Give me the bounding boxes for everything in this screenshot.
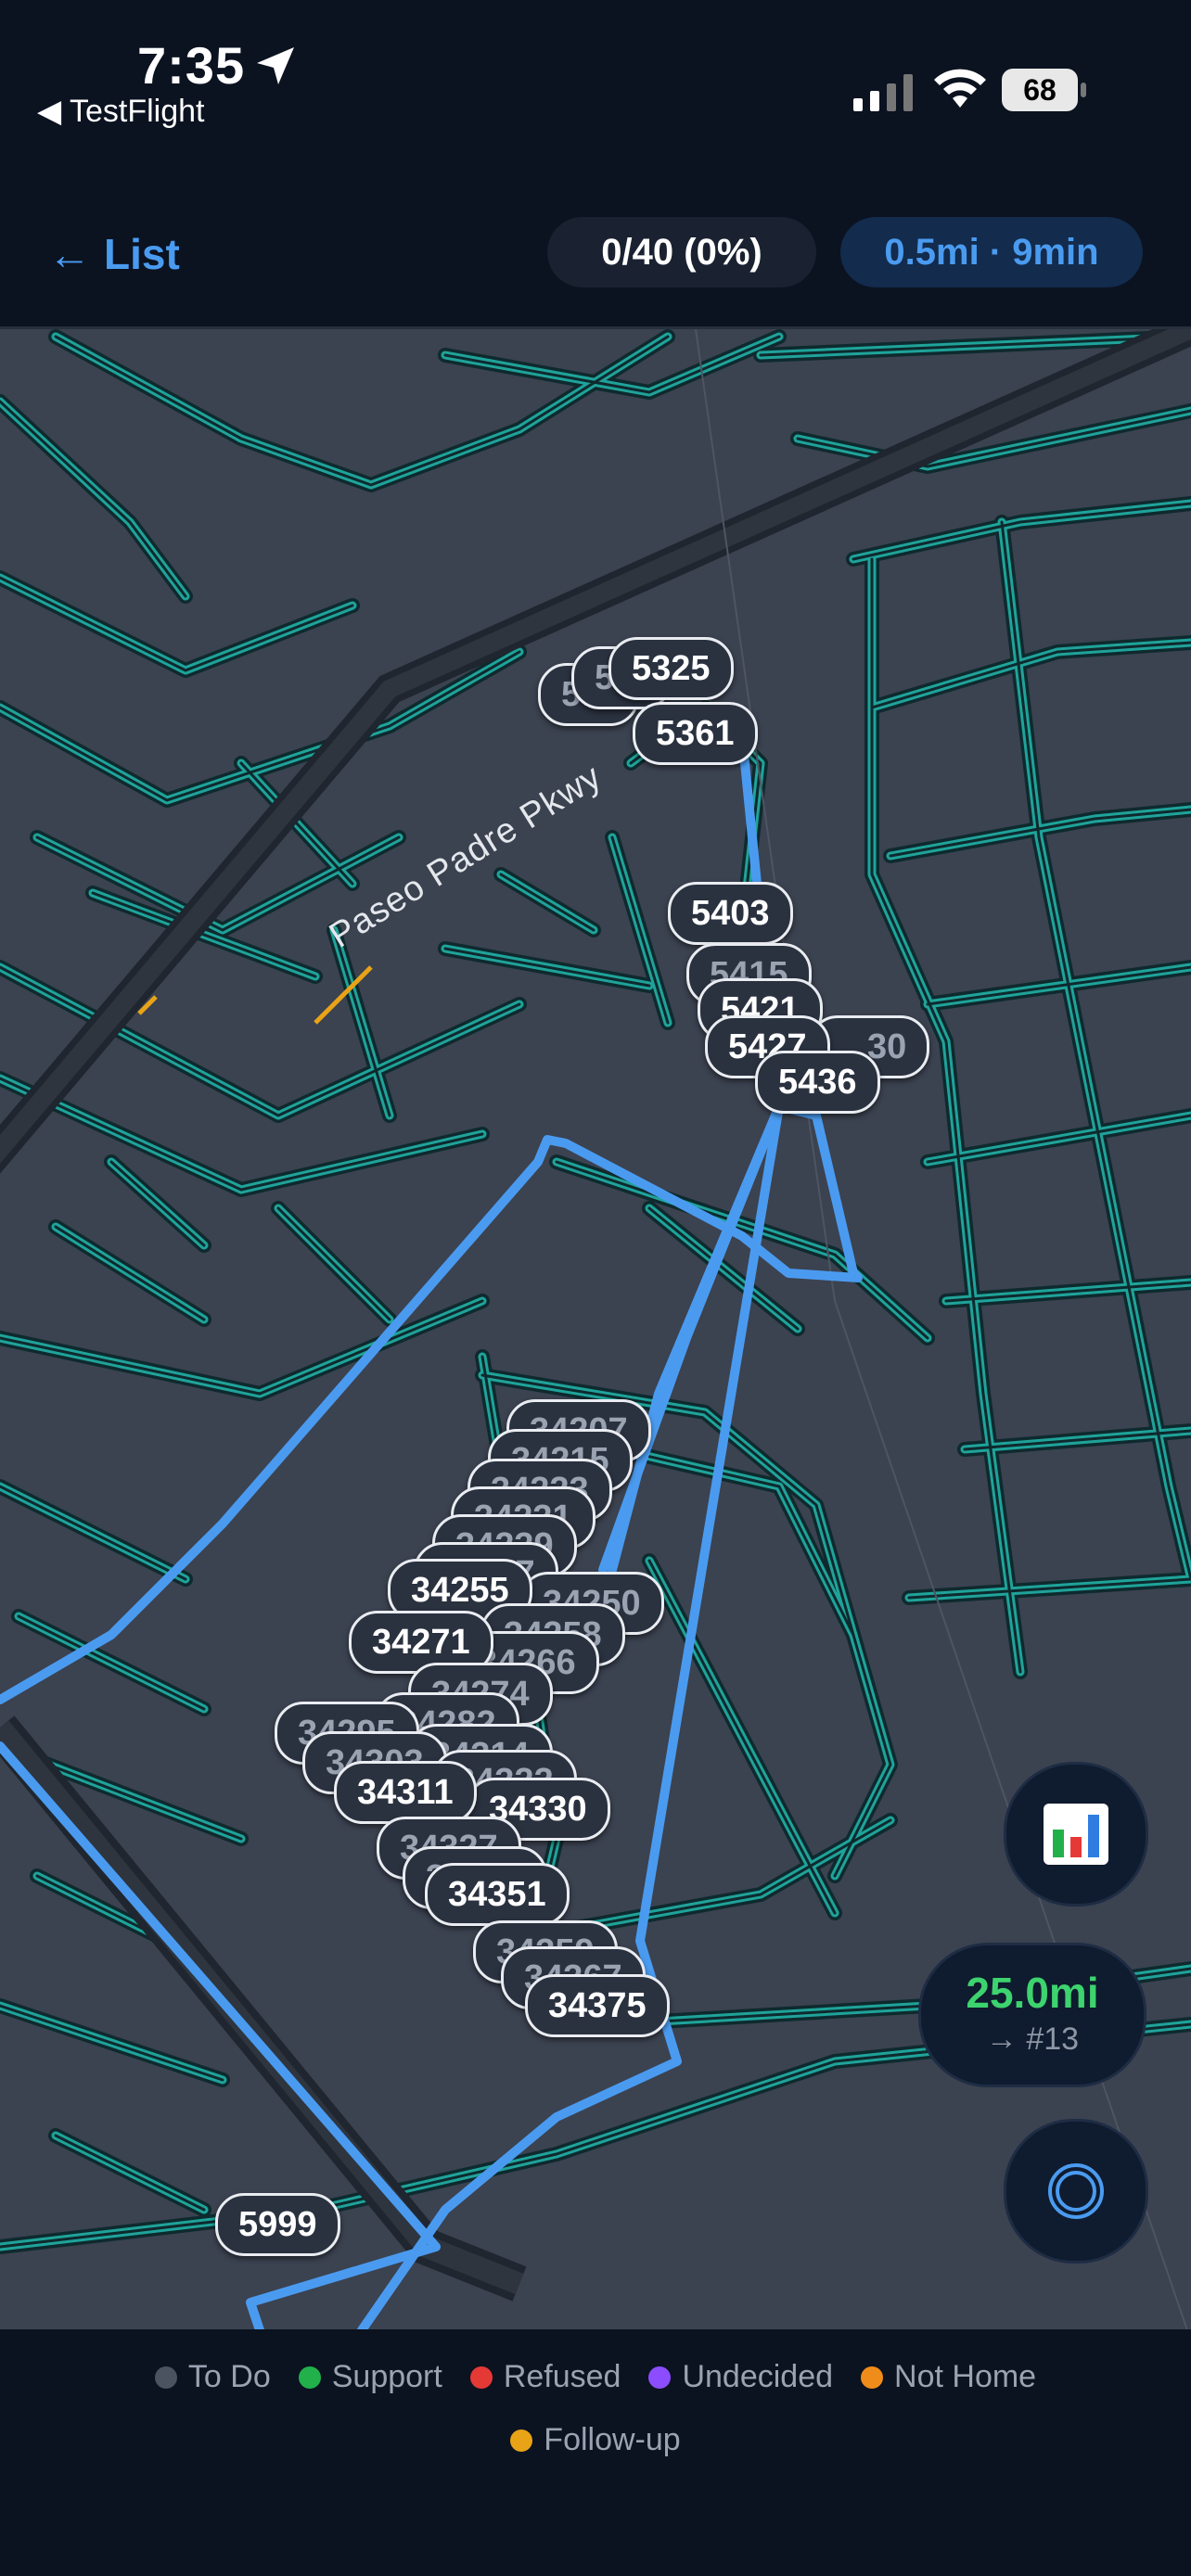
address-marker[interactable]: 34375 xyxy=(525,1974,670,2037)
legend-item-support: Support xyxy=(298,2359,442,2395)
bar-chart-icon-bar xyxy=(1053,1830,1064,1857)
address-marker[interactable]: 34311 xyxy=(334,1761,477,1824)
legend-label: Undecided xyxy=(682,2359,834,2394)
route-summary-badge[interactable]: 0.5mi · 9min xyxy=(840,217,1143,287)
battery-level: 68 xyxy=(1002,69,1078,111)
next-stop-distance-button[interactable]: 25.0mi → #13 xyxy=(918,1943,1146,2087)
cellular-signal-icon xyxy=(853,74,913,111)
arrow-left-icon: ← xyxy=(48,230,91,278)
wifi-icon xyxy=(934,69,986,108)
legend-label: Refused xyxy=(503,2359,621,2394)
legend-dot xyxy=(154,2366,177,2389)
address-marker[interactable]: 5361 xyxy=(633,702,758,765)
stats-button[interactable] xyxy=(1004,1762,1148,1906)
status-time: 7:35 xyxy=(137,36,246,95)
legend-item-undecided: Undecided xyxy=(648,2359,833,2395)
address-marker[interactable]: 5325 xyxy=(608,637,734,700)
back-to-list-label: List xyxy=(104,230,180,278)
legend-label: To Do xyxy=(187,2359,271,2394)
legend-dot xyxy=(469,2366,493,2389)
legend-dot xyxy=(648,2366,672,2389)
recenter-location-button[interactable] xyxy=(1004,2119,1148,2264)
address-marker[interactable]: 34351 xyxy=(425,1863,570,1926)
legend-dot xyxy=(510,2429,533,2452)
bar-chart-icon-bar xyxy=(1088,1815,1099,1857)
bar-chart-icon-bar xyxy=(1070,1837,1082,1857)
next-stop-number: → #13 xyxy=(985,2021,1080,2057)
address-marker[interactable]: 5403 xyxy=(668,882,793,945)
legend-label: Follow-up xyxy=(544,2422,681,2457)
location-arrow-icon xyxy=(257,47,294,84)
legend-item-follow-up: Follow-up xyxy=(510,2422,681,2458)
address-marker[interactable]: 5436 xyxy=(755,1051,880,1114)
status-bar: 7:35 ◀ TestFlight 68 xyxy=(0,0,1191,139)
progress-badge: 0/40 (0%) xyxy=(547,217,816,287)
legend-dot xyxy=(861,2366,884,2389)
legend-item-not-home: Not Home xyxy=(861,2359,1036,2395)
legend-label: Not Home xyxy=(894,2359,1037,2394)
bar-chart-icon xyxy=(1044,1804,1108,1865)
address-marker[interactable]: 5999 xyxy=(215,2193,340,2256)
location-target-icon xyxy=(1048,2163,1104,2219)
back-to-testflight[interactable]: ◀ TestFlight xyxy=(37,93,204,130)
battery-icon: 68 xyxy=(1002,69,1086,111)
legend-item-refused: Refused xyxy=(469,2359,621,2395)
legend-dot xyxy=(298,2366,321,2389)
battery-tip xyxy=(1081,83,1086,97)
back-to-list-button[interactable]: ← List xyxy=(48,224,180,284)
legend-item-todo: To Do xyxy=(154,2359,271,2395)
route-header: ← List 0/40 (0%) 0.5mi · 9min xyxy=(0,185,1191,325)
status-legend: To Do Support Refused Undecided Not Home… xyxy=(0,2329,1191,2576)
legend-row-2: Follow-up xyxy=(0,2422,1191,2458)
distance-value: 25.0mi xyxy=(966,1969,1099,2017)
legend-row-1: To Do Support Refused Undecided Not Home xyxy=(0,2359,1191,2395)
legend-label: Support xyxy=(331,2359,442,2394)
